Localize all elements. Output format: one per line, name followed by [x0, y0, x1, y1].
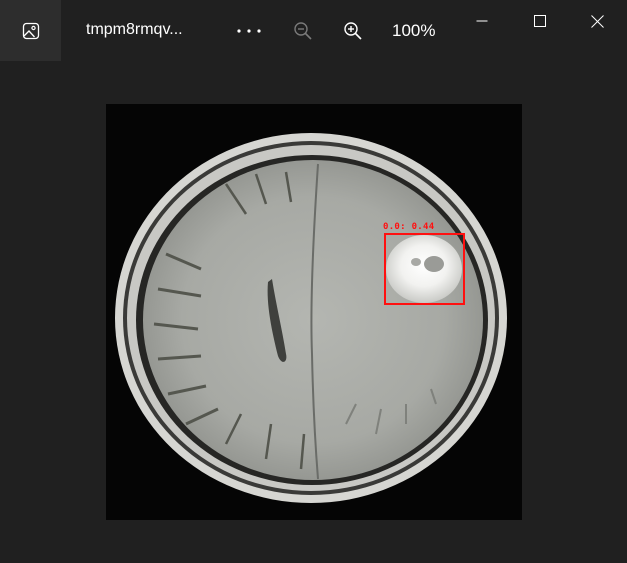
zoom-in-button[interactable]: [338, 16, 368, 46]
detection-box: [384, 233, 465, 305]
zoom-in-icon: [344, 22, 362, 40]
detection-label: 0.0: 0.44: [383, 222, 435, 232]
zoom-level[interactable]: 100%: [392, 21, 435, 41]
maximize-button[interactable]: [518, 4, 562, 38]
more-options-button[interactable]: [232, 16, 266, 46]
mri-image[interactable]: 0.0: 0.44: [106, 104, 522, 520]
zoom-out-button[interactable]: [288, 16, 318, 46]
zoom-out-icon: [294, 22, 312, 40]
image-canvas[interactable]: 0.0: 0.44: [0, 61, 627, 563]
brain-mri-picture: [106, 104, 522, 520]
minimize-icon: [476, 20, 488, 22]
minimize-button[interactable]: [460, 4, 504, 38]
photos-app-icon: [22, 22, 39, 39]
maximize-icon: [534, 15, 546, 27]
photos-window: tmpm8rmqv... 100% 0.0: 0.44: [0, 0, 627, 563]
app-menu-button[interactable]: [0, 0, 61, 61]
close-icon: [590, 14, 604, 28]
more-options-icon: [237, 29, 261, 33]
title-bar[interactable]: tmpm8rmqv... 100%: [0, 0, 627, 61]
close-button[interactable]: [575, 4, 619, 38]
file-name: tmpm8rmqv...: [86, 21, 183, 38]
